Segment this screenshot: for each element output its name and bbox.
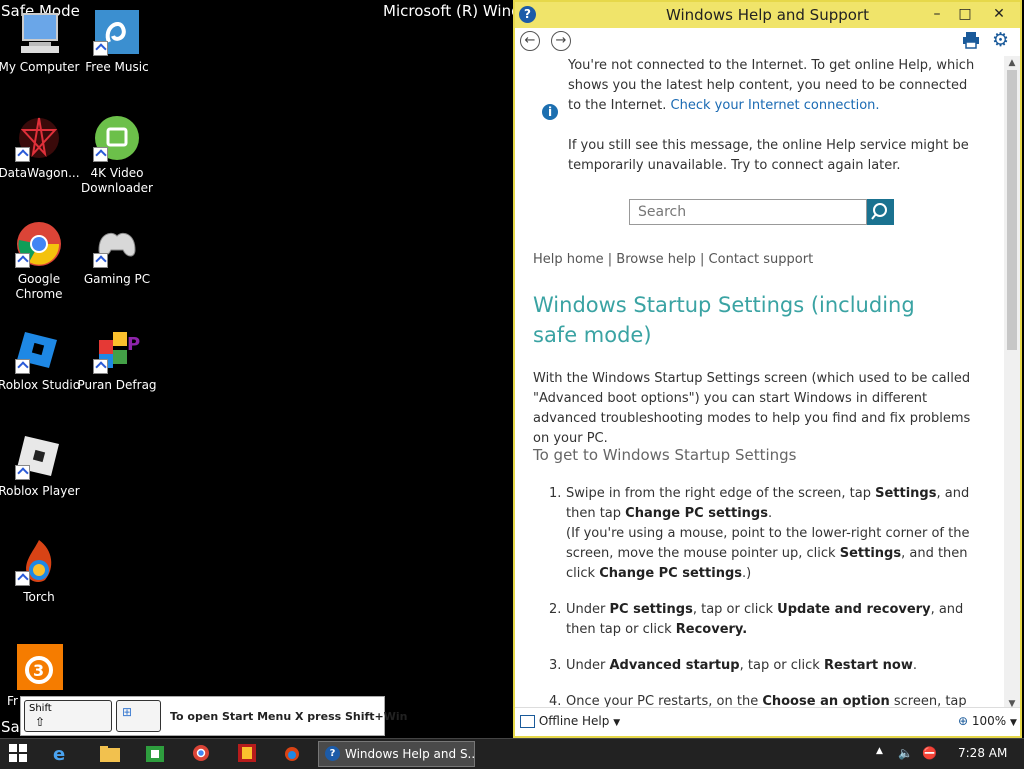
windows-key: ⊞	[116, 700, 161, 732]
network-disconnected-icon[interactable]: ⛔	[922, 746, 937, 760]
chrome-icon	[15, 220, 63, 268]
desktop-icon-google-chrome[interactable]: Google Chrome	[0, 220, 81, 302]
defrag-icon: P	[93, 326, 141, 374]
check-connection-link[interactable]: Check your Internet connection.	[671, 98, 880, 113]
offline-message-2: If you still see this message, the onlin…	[568, 138, 969, 173]
section-heading: To get to Windows Startup Settings	[533, 446, 797, 464]
shortcut-arrow-icon	[93, 253, 108, 268]
shortcut-arrow-icon	[93, 41, 108, 56]
filezilla-icon[interactable]	[238, 744, 258, 764]
chevron-down-icon: ▼	[613, 718, 621, 728]
internet-explorer-icon[interactable]: e	[53, 744, 73, 765]
desktop-icon-roblox-player[interactable]: Roblox Player	[0, 432, 81, 499]
page-title: Windows Startup Settings (including safe…	[533, 293, 915, 347]
volume-muted-icon[interactable]: 🔈	[898, 746, 913, 760]
file-explorer-icon[interactable]	[100, 744, 120, 764]
info-icon: i	[542, 104, 558, 120]
print-icon[interactable]	[962, 31, 980, 53]
gamepad-icon	[93, 220, 141, 268]
desktop-icon-freemake[interactable]: 3 Fr	[0, 644, 81, 708]
search-icon	[871, 203, 887, 220]
zoom-icon: ⊕	[958, 714, 969, 728]
desktop-icon-puran-defrag[interactable]: P Puran Defrag	[75, 326, 159, 393]
datawagon-icon	[15, 114, 63, 162]
help-toolbar: ← → ⚙	[515, 28, 1020, 56]
shortcut-arrow-icon	[93, 359, 108, 374]
clock[interactable]: 7:28 AM	[958, 746, 1007, 760]
svg-text:P: P	[127, 334, 140, 355]
shortcut-arrow-icon	[15, 147, 30, 162]
close-button[interactable]: ✕	[985, 4, 1013, 24]
help-statusbar: Offline Help ▼ ⊕ 100% ▼	[515, 707, 1020, 736]
help-nav-links: Help home | Browse help | Contact suppor…	[533, 252, 814, 267]
desktop-icon-my-computer[interactable]: My Computer	[0, 8, 81, 75]
windows-logo-icon	[9, 744, 27, 762]
shift-key: Shift ⇧	[24, 700, 112, 732]
maximize-button[interactable]: □	[951, 4, 979, 24]
desktop-icon-free-music[interactable]: Free Music	[75, 8, 159, 75]
desktop-icon-datawagon[interactable]: DataWagon...	[0, 114, 81, 181]
offline-help-icon	[520, 715, 535, 728]
help-content: i You're not connected to the Internet. …	[515, 56, 1004, 711]
desktop-icon-4k-video-downloader[interactable]: 4K Video Downloader	[75, 114, 159, 196]
forward-arrow-icon[interactable]: →	[551, 31, 571, 51]
svg-text:3: 3	[33, 661, 44, 680]
gear-icon[interactable]: ⚙	[992, 29, 1009, 51]
search-button[interactable]	[867, 199, 894, 225]
scroll-up-icon[interactable]: ▲	[1004, 58, 1020, 68]
torch-taskbar-icon[interactable]	[283, 744, 303, 764]
chrome-taskbar-icon[interactable]	[192, 744, 212, 764]
roblox-studio-icon	[15, 326, 63, 374]
shortcut-arrow-icon	[15, 571, 30, 586]
help-window: ? Windows Help and Support – □ ✕ ← → ⚙ i…	[513, 0, 1022, 738]
computer-icon	[15, 8, 63, 56]
intro-paragraph: With the Windows Startup Settings screen…	[533, 371, 971, 446]
offline-help-dropdown[interactable]: Offline Help ▼	[520, 714, 620, 728]
store-icon[interactable]	[146, 744, 166, 764]
help-question-icon: ?	[325, 746, 340, 761]
scrollbar[interactable]: ▲ ▼	[1004, 56, 1020, 711]
freemake-icon: 3	[15, 644, 63, 692]
desktop-icon-roblox-studio[interactable]: Roblox Studio	[0, 326, 81, 393]
taskbar: e ? Windows Help and S... ▲ 🔈 ⛔ 7:28 AM	[0, 738, 1024, 769]
chevron-down-icon: ▼	[1010, 718, 1017, 728]
browse-help-link[interactable]: Browse help	[616, 252, 696, 267]
music-icon	[93, 8, 141, 56]
torch-icon	[15, 538, 63, 586]
shortcut-arrow-icon	[15, 253, 30, 268]
offline-message: You're not connected to the Internet. To…	[568, 58, 975, 113]
roblox-icon	[15, 432, 63, 480]
start-button[interactable]	[9, 744, 29, 764]
search-input[interactable]: Search	[629, 199, 867, 225]
keyboard-hint-popup: Shift ⇧ ⊞ To open Start Menu X press Shi…	[20, 696, 408, 736]
taskbar-item-help[interactable]: ? Windows Help and S...	[318, 741, 475, 767]
contact-support-link[interactable]: Contact support	[709, 252, 814, 267]
tray-chevron-up-icon[interactable]: ▲	[876, 746, 883, 756]
scrollbar-thumb[interactable]	[1007, 70, 1017, 350]
shortcut-arrow-icon	[15, 465, 30, 480]
desktop-icon-gaming-pc[interactable]: Gaming PC	[75, 220, 159, 287]
windows-flag-icon: ⊞	[122, 705, 133, 719]
cloud-download-icon	[93, 114, 141, 162]
shortcut-arrow-icon	[93, 147, 108, 162]
help-home-link[interactable]: Help home	[533, 252, 604, 267]
shortcut-arrow-icon	[15, 359, 30, 374]
minimize-button[interactable]: –	[923, 4, 951, 24]
os-title-text: Microsoft (R) Windo	[383, 2, 530, 20]
keyboard-hint-text: To open Start Menu X press Shift+Win	[170, 710, 408, 723]
back-arrow-icon[interactable]: ←	[520, 31, 540, 51]
help-titlebar[interactable]: ? Windows Help and Support – □ ✕	[515, 2, 1020, 28]
desktop-icon-torch[interactable]: Torch	[0, 538, 81, 605]
zoom-dropdown[interactable]: ⊕ 100% ▼	[958, 714, 1017, 728]
